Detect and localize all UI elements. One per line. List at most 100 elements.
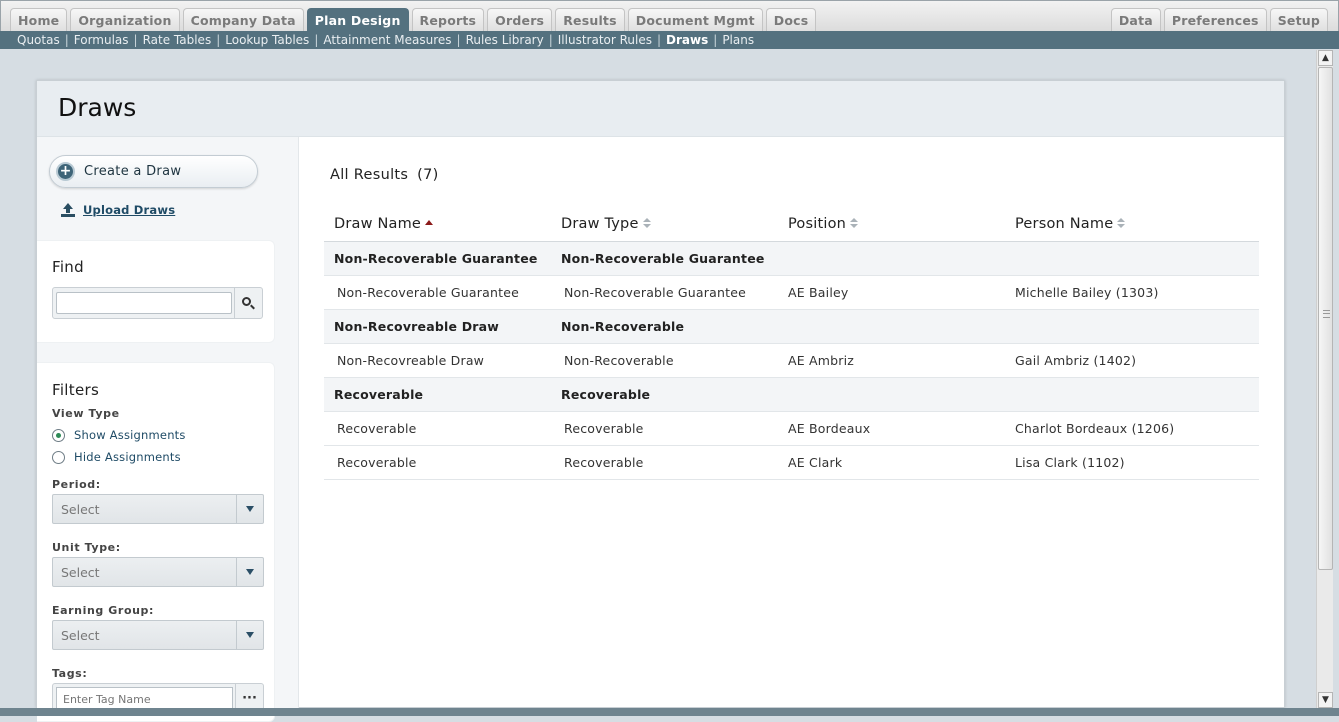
unit-type-select[interactable]: Select [52, 557, 264, 587]
period-select[interactable]: Select [52, 494, 264, 524]
cell-draw-name: Non-Recoverable Guarantee [324, 241, 551, 276]
tab-results[interactable]: Results [555, 8, 625, 32]
subnav-draws[interactable]: Draws [666, 33, 708, 47]
table-row[interactable]: Non-Recoverable Guarantee Non-Recoverabl… [324, 275, 1259, 310]
table-group-row[interactable]: Non-Recovreable Draw Non-Recoverable [324, 309, 1259, 344]
sort-icon [642, 217, 651, 229]
cell-position: AE Bailey [778, 275, 1005, 310]
cell-person-name: Charlot Bordeaux (1206) [1005, 411, 1259, 446]
filters-title: Filters [52, 381, 100, 399]
show-assignments-radio[interactable]: Show Assignments [52, 428, 186, 442]
results-heading: All Results (7) [330, 167, 439, 183]
chevron-down-icon [246, 569, 254, 575]
scroll-up-arrow-icon[interactable]: ▲ [1318, 50, 1333, 66]
cell-person-name [1005, 241, 1259, 276]
subnav-separator: | [314, 33, 319, 47]
tab-docs[interactable]: Docs [765, 8, 817, 32]
upload-draws-label: Upload Draws [83, 203, 176, 217]
column-header-person-name[interactable]: Person Name [1005, 207, 1259, 242]
subnav-separator: | [548, 33, 553, 47]
cell-draw-name: Non-Recovreable Draw [324, 309, 551, 344]
column-header-label: Person Name [1015, 215, 1114, 232]
top-nav: Home Organization Company Data Plan Desi… [0, 0, 1339, 32]
cell-position: AE Ambriz [778, 343, 1005, 378]
cell-draw-type: Recoverable [551, 411, 778, 446]
utility-tabs: Data Preferences Setup [1110, 8, 1328, 32]
radio-unchecked-icon [52, 450, 65, 464]
tab-setup[interactable]: Setup [1269, 8, 1328, 32]
subnav-quotas[interactable]: Quotas [17, 33, 60, 47]
hide-assignments-radio[interactable]: Hide Assignments [52, 450, 181, 464]
scroll-thumb[interactable] [1318, 67, 1333, 570]
create-draw-label: Create a Draw [84, 164, 182, 179]
plus-circle-icon: + [56, 162, 75, 181]
cell-position: AE Bordeaux [778, 411, 1005, 446]
chevron-down-icon [246, 506, 254, 512]
cell-draw-name: Recoverable [324, 377, 551, 412]
tab-data[interactable]: Data [1110, 8, 1161, 32]
main-tabs: Home Organization Company Data Plan Desi… [10, 8, 819, 32]
subnav-formulas[interactable]: Formulas [74, 33, 129, 47]
sort-ascending-icon [425, 219, 434, 225]
subnav-rate-tables[interactable]: Rate Tables [143, 33, 212, 47]
subnav-rules-library[interactable]: Rules Library [466, 33, 544, 47]
earning-group-value: Select [61, 628, 100, 643]
create-draw-button[interactable]: + Create a Draw [49, 155, 258, 188]
search-icon [242, 296, 255, 310]
tab-plan-design[interactable]: Plan Design [306, 8, 409, 32]
subnav-separator: | [713, 33, 718, 47]
table-row[interactable]: Recoverable Recoverable AE Bordeaux Char… [324, 411, 1259, 446]
column-header-label: Position [788, 215, 847, 232]
hide-assignments-label: Hide Assignments [74, 450, 181, 464]
filters-section: Filters View Type Show Assignments Hide … [37, 362, 275, 722]
tab-preferences[interactable]: Preferences [1163, 8, 1267, 32]
window-bottom-border [0, 708, 1339, 716]
table-row[interactable]: Non-Recovreable Draw Non-Recoverable AE … [324, 343, 1259, 378]
tags-label: Tags: [52, 667, 88, 680]
scroll-down-arrow-icon[interactable]: ▼ [1318, 692, 1333, 708]
table-row[interactable]: Recoverable Recoverable AE Clark Lisa Cl… [324, 445, 1259, 480]
cell-person-name: Michelle Bailey (1303) [1005, 275, 1259, 310]
subnav-attainment-measures[interactable]: Attainment Measures [323, 33, 451, 47]
cell-person-name [1005, 309, 1259, 344]
table-group-row[interactable]: Non-Recoverable Guarantee Non-Recoverabl… [324, 241, 1259, 276]
tab-organization[interactable]: Organization [70, 8, 180, 32]
subnav-plans[interactable]: Plans [722, 33, 754, 47]
subnav-separator: | [133, 33, 138, 47]
cell-draw-type: Recoverable [551, 445, 778, 480]
subnav-illustrator-rules[interactable]: Illustrator Rules [558, 33, 652, 47]
column-header-label: Draw Type [561, 215, 639, 232]
column-header-draw-type[interactable]: Draw Type [551, 207, 778, 242]
page-header: Draws [37, 81, 1284, 137]
cell-person-name [1005, 377, 1259, 412]
earning-group-select[interactable]: Select [52, 620, 264, 650]
search-button[interactable] [234, 288, 262, 318]
subnav-lookup-tables[interactable]: Lookup Tables [225, 33, 309, 47]
period-label: Period: [52, 478, 101, 491]
page-title: Draws [58, 93, 137, 122]
view-type-label: View Type [52, 407, 120, 420]
upload-draws-link[interactable]: Upload Draws [61, 203, 175, 217]
tab-orders[interactable]: Orders [487, 8, 553, 32]
cell-position [778, 377, 1005, 412]
cell-position [778, 241, 1005, 276]
cell-draw-type: Non-Recoverable Guarantee [551, 275, 778, 310]
unit-type-label: Unit Type: [52, 541, 121, 554]
dropdown-toggle[interactable] [236, 495, 263, 523]
dropdown-toggle[interactable] [236, 621, 263, 649]
tab-home[interactable]: Home [10, 8, 68, 32]
cell-draw-name: Recoverable [324, 411, 551, 446]
table-group-row[interactable]: Recoverable Recoverable [324, 377, 1259, 412]
column-header-position[interactable]: Position [778, 207, 1005, 242]
results-table: Draw Name Draw Type Position Person Name… [324, 207, 1259, 480]
tab-reports[interactable]: Reports [411, 8, 485, 32]
tab-company-data[interactable]: Company Data [182, 8, 304, 32]
sort-icon [850, 217, 859, 229]
tab-document-mgmt[interactable]: Document Mgmt [627, 8, 763, 32]
column-header-draw-name[interactable]: Draw Name [324, 207, 551, 242]
cell-person-name: Gail Ambriz (1402) [1005, 343, 1259, 378]
dropdown-toggle[interactable] [236, 558, 263, 586]
find-section: Find [37, 240, 275, 343]
vertical-scrollbar[interactable]: ▲ ▼ [1316, 50, 1333, 708]
search-input[interactable] [56, 292, 232, 314]
